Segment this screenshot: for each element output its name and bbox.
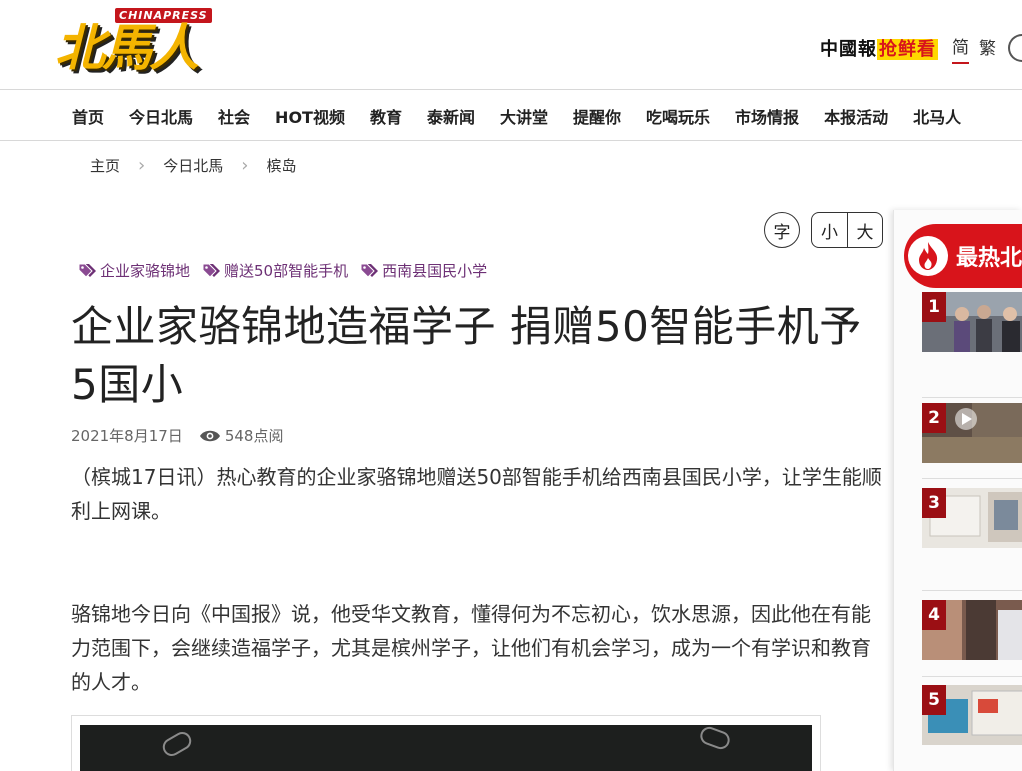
- font-large-button[interactable]: 大: [847, 213, 882, 247]
- divider: [922, 397, 1022, 398]
- article-paragraph: （槟城17日讯）热心教育的企业家骆锦地赠送50部智能手机给西南县国民小学，让学生…: [71, 465, 882, 523]
- user-icon[interactable]: [1008, 34, 1022, 62]
- divider: [922, 590, 1022, 591]
- chevron-right-icon: ›: [138, 154, 146, 176]
- nav-item-reminder[interactable]: 提醒你: [573, 104, 621, 128]
- tag-link[interactable]: 赠送50部智能手机: [202, 260, 348, 281]
- lang-simplified-button[interactable]: 简: [952, 33, 969, 64]
- nav-item-lecture[interactable]: 大讲堂: [500, 104, 548, 128]
- breadcrumb-section[interactable]: 今日北馬: [163, 155, 223, 176]
- font-size-controls: 字 小 大: [764, 212, 883, 248]
- nav-item-today-north[interactable]: 今日北馬: [129, 104, 193, 128]
- brand-name: 中國報: [820, 39, 877, 60]
- tag-label: 赠送50部智能手机: [224, 262, 349, 280]
- photo-detail: [697, 725, 733, 752]
- article-image[interactable]: [71, 715, 821, 771]
- rank-number: 2: [922, 403, 946, 433]
- breadcrumb-current[interactable]: 槟岛: [266, 155, 296, 176]
- sidebar-header: 最热北: [904, 224, 1022, 288]
- lang-traditional-button[interactable]: 繁: [979, 34, 996, 63]
- hot-sidebar: 最热北 1 2 3 4 5: [893, 210, 1022, 771]
- sidebar-title: 最热北: [956, 246, 1022, 271]
- main-nav: 首页 今日北馬 社会 HOT视频 教育 泰新闻 大讲堂 提醒你 吃喝玩乐 市场情…: [0, 91, 1022, 141]
- article-date: 2021年8月17日: [71, 427, 183, 445]
- article-tags: 企业家骆锦地 赠送50部智能手机 西南县国民小学: [78, 260, 499, 281]
- tag-label: 企业家骆锦地: [100, 262, 191, 280]
- site-logo[interactable]: CHINAPRESS 北馬人: [55, 8, 225, 82]
- site-header: CHINAPRESS 北馬人 中國報 抢鲜看 简 繁: [0, 0, 1022, 90]
- breadcrumb: 主页 › 今日北馬 › 槟岛: [90, 153, 296, 177]
- article-paragraph: 骆锦地今日向《中国报》说，他受华文教育，懂得何为不忘初心，饮水思源，因此他在有能…: [71, 602, 871, 694]
- font-size-group: 小 大: [811, 212, 883, 248]
- article-title: 企业家骆锦地造福学子 捐赠50智能手机予5国小: [71, 302, 862, 409]
- views-count: 548点阅: [224, 427, 284, 445]
- nav-item-home[interactable]: 首页: [72, 104, 104, 128]
- divider: [922, 676, 1022, 677]
- chevron-right-icon: ›: [241, 154, 249, 176]
- header-right: 中國報 抢鲜看 简 繁: [820, 30, 1022, 66]
- photo-detail: [159, 728, 195, 760]
- nav-item-food-fun[interactable]: 吃喝玩乐: [646, 104, 710, 128]
- rank-number: 3: [922, 488, 946, 518]
- nav-item-thai-news[interactable]: 泰新闻: [427, 104, 475, 128]
- tags-icon: [78, 263, 98, 279]
- nav-list: 首页 今日北馬 社会 HOT视频 教育 泰新闻 大讲堂 提醒你 吃喝玩乐 市场情…: [72, 91, 986, 141]
- chinapress-brand-link[interactable]: 中國報 抢鲜看: [820, 35, 938, 61]
- font-small-button[interactable]: 小: [812, 213, 847, 247]
- hot-item[interactable]: 1: [922, 292, 1022, 352]
- rank-number: 5: [922, 685, 946, 715]
- tag-link[interactable]: 企业家骆锦地: [78, 260, 190, 281]
- brand-hot: 抢鲜看: [877, 39, 938, 60]
- nav-item-education[interactable]: 教育: [370, 104, 402, 128]
- logo-mark: 北馬人: [55, 19, 199, 77]
- hot-item[interactable]: 3: [922, 488, 1022, 548]
- nav-item-society[interactable]: 社会: [218, 104, 250, 128]
- hot-item[interactable]: 4: [922, 600, 1022, 660]
- article-meta: 2021年8月17日 548点阅: [71, 425, 283, 446]
- tags-icon: [360, 263, 380, 279]
- hot-item[interactable]: 2: [922, 403, 1022, 463]
- article-views: 548点阅: [199, 425, 284, 446]
- rank-number: 1: [922, 292, 946, 322]
- nav-item-events[interactable]: 本报活动: [824, 104, 888, 128]
- font-icon[interactable]: 字: [764, 212, 800, 248]
- eye-icon: [199, 430, 220, 441]
- tags-icon: [202, 263, 222, 279]
- flame-icon: [908, 236, 948, 276]
- tag-link[interactable]: 西南县国民小学: [360, 260, 487, 281]
- tag-label: 西南县国民小学: [382, 262, 488, 280]
- rank-number: 4: [922, 600, 946, 630]
- nav-item-market[interactable]: 市场情报: [735, 104, 799, 128]
- nav-item-hot-video[interactable]: HOT视频: [275, 104, 345, 128]
- nav-item-north-malaysians[interactable]: 北马人: [913, 104, 961, 128]
- breadcrumb-home[interactable]: 主页: [90, 155, 120, 176]
- hot-item[interactable]: 5: [922, 685, 1022, 745]
- article-photo: [80, 725, 812, 771]
- divider: [922, 478, 1022, 479]
